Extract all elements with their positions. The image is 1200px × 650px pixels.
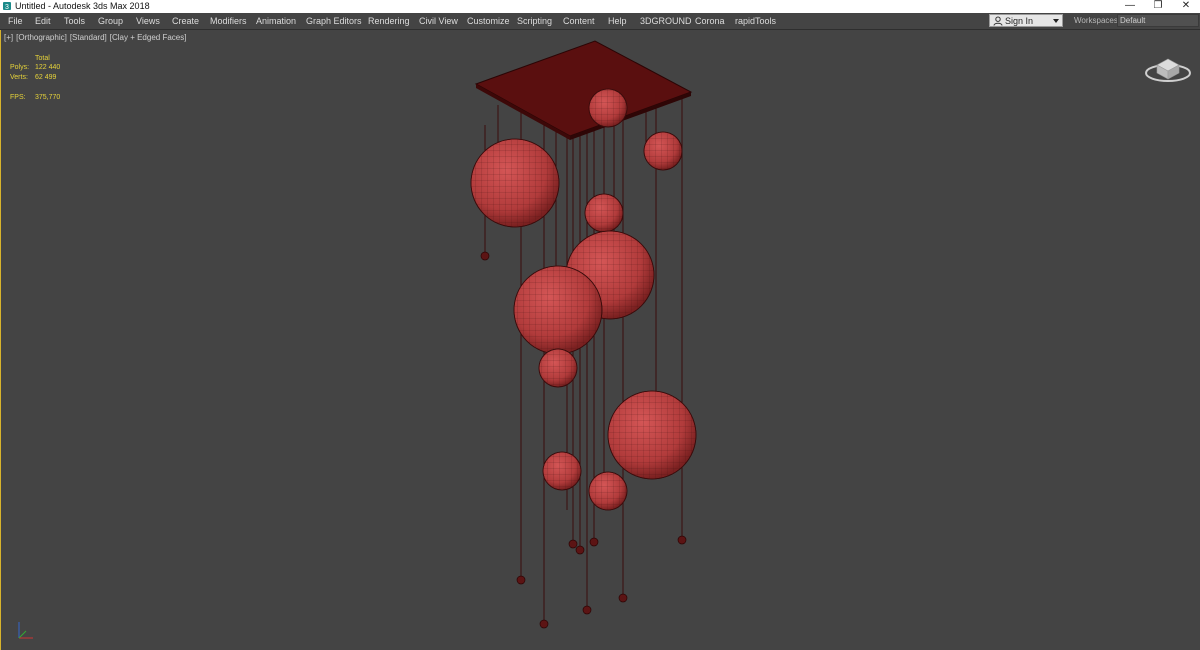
perspective-viewport[interactable]: [+] [Orthographic] [Standard] [Clay + Edged… (0, 30, 1200, 650)
menu-civil-view[interactable]: Civil View (419, 13, 458, 29)
menu-file[interactable]: File (8, 13, 23, 29)
menu-corona[interactable]: Corona (695, 13, 725, 29)
title-bar: 3 Untitled - Autodesk 3ds Max 2018 — ❐ ✕ (0, 0, 1200, 13)
chevron-down-icon (1053, 19, 1059, 23)
menu-rapidtools[interactable]: rapidTools (735, 13, 776, 29)
user-icon (993, 16, 1003, 26)
menu-scripting[interactable]: Scripting (517, 13, 552, 29)
axis-tripod-icon (18, 622, 33, 639)
sphere-07 (538, 348, 578, 388)
workspaces-label: Workspaces: (1074, 16, 1121, 25)
menu-group[interactable]: Group (98, 13, 123, 29)
menu-rendering[interactable]: Rendering (368, 13, 410, 29)
menu-views[interactable]: Views (136, 13, 160, 29)
ceiling-canopy (474, 40, 693, 140)
workspaces-select[interactable]: Default (1117, 14, 1199, 27)
sign-in-label: Sign In (1005, 16, 1034, 26)
sign-in-dropdown[interactable]: Sign In (989, 14, 1063, 27)
minimize-button[interactable]: — (1115, 0, 1145, 13)
sphere-03 (470, 138, 560, 228)
sphere-08 (607, 390, 697, 480)
sphere-06 (513, 265, 603, 355)
menu-modifiers[interactable]: Modifiers (210, 13, 247, 29)
menu-edit[interactable]: Edit (35, 13, 51, 29)
pendant-spheres (470, 88, 697, 511)
3ds-max-app-icon: 3 (3, 2, 11, 11)
menu-graph-editors[interactable]: Graph Editors (306, 13, 362, 29)
sphere-02 (643, 131, 683, 171)
menu-3dground[interactable]: 3DGROUND (640, 13, 692, 29)
svg-text:3: 3 (5, 4, 9, 11)
window-title: Untitled - Autodesk 3ds Max 2018 (15, 1, 150, 11)
close-button[interactable]: ✕ (1171, 0, 1200, 13)
sphere-10 (588, 471, 628, 511)
restore-button[interactable]: ❐ (1143, 0, 1173, 13)
sphere-04 (584, 193, 624, 233)
sphere-09 (542, 451, 582, 491)
viewcube-icon[interactable] (1143, 45, 1193, 85)
3d-scene[interactable] (1, 30, 1200, 650)
menu-customize[interactable]: Customize (467, 13, 510, 29)
menu-animation[interactable]: Animation (256, 13, 296, 29)
menu-tools[interactable]: Tools (64, 13, 85, 29)
sphere-01 (588, 88, 628, 128)
menu-create[interactable]: Create (172, 13, 199, 29)
menu-content[interactable]: Content (563, 13, 595, 29)
menu-help[interactable]: Help (608, 13, 627, 29)
